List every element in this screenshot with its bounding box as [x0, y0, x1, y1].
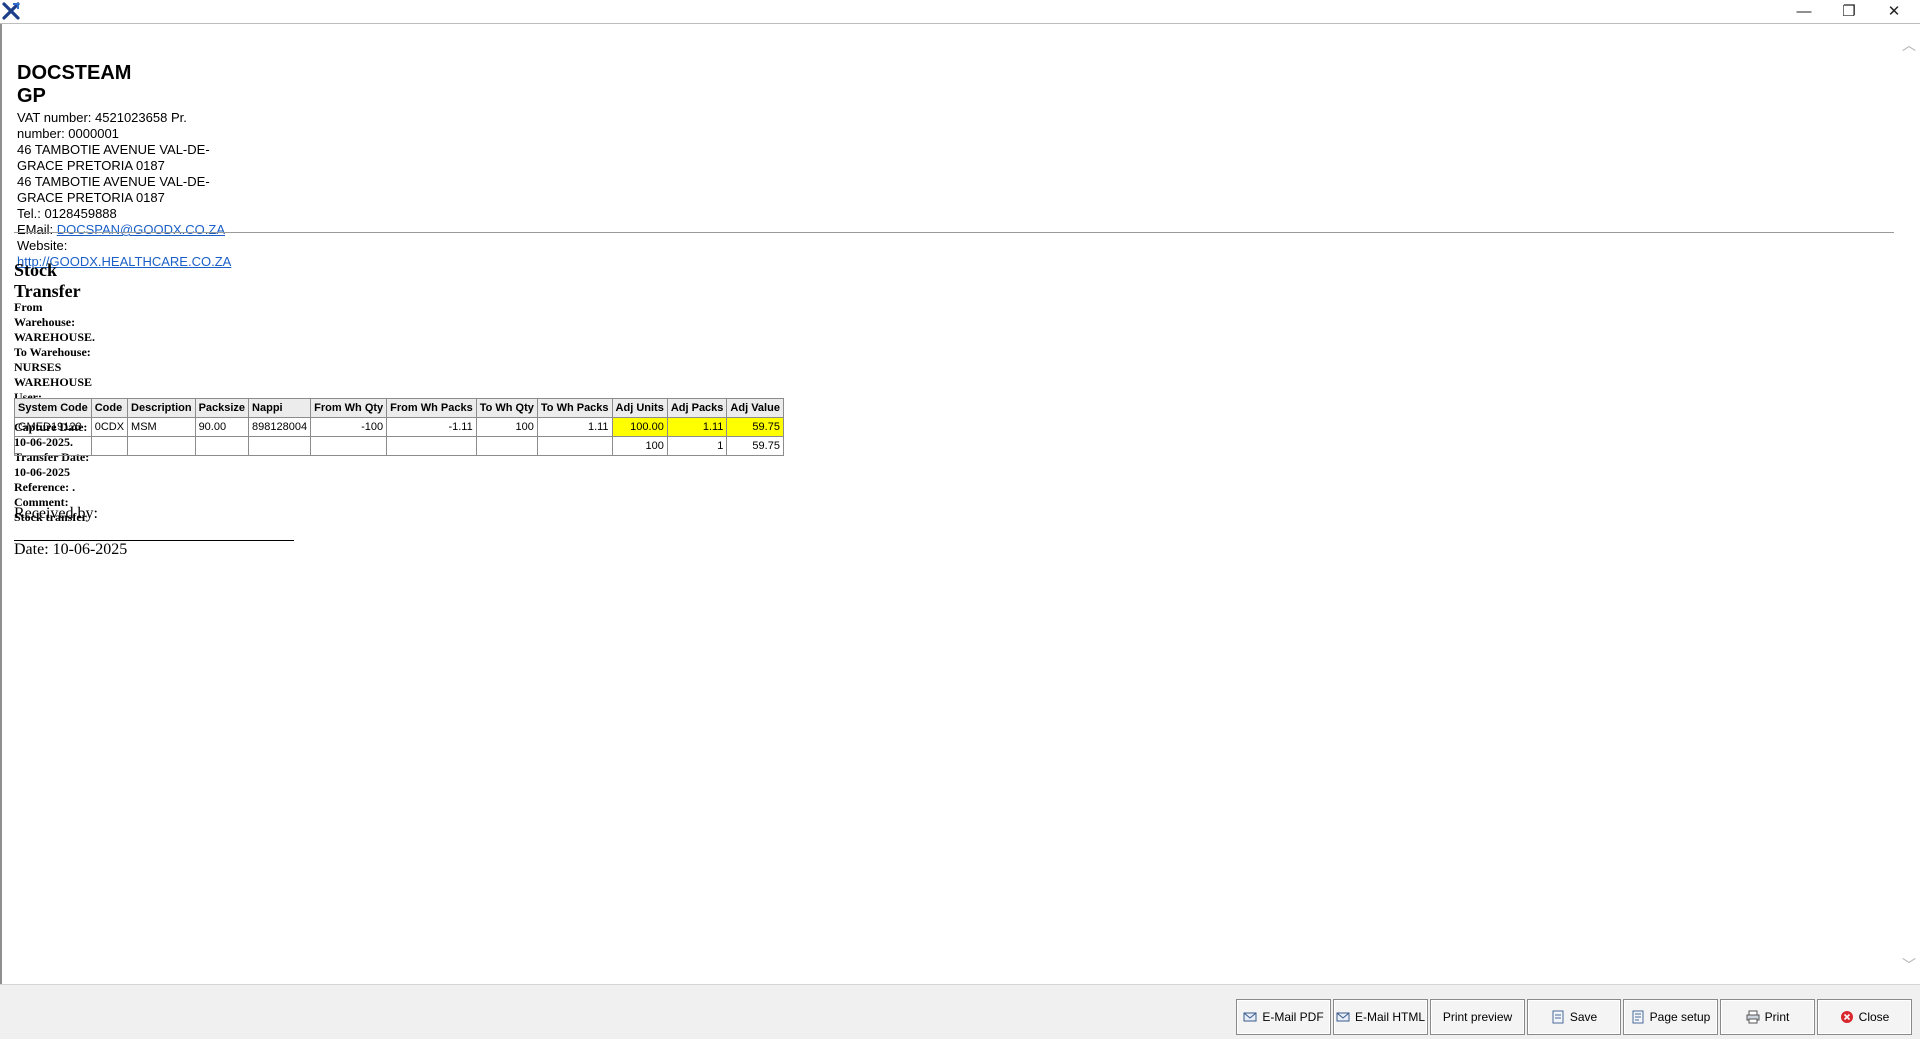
table-row: GMED19123 0CDX MSM 90.00 898128004 -100 … [14, 417, 784, 437]
table-cell [194, 436, 250, 456]
report-title: Stock Transfer [14, 260, 81, 301]
close-icon: ✕ [1887, 3, 1901, 20]
report-viewer[interactable]: ︿ ﹀ DOCSTEAM GP VAT number: 4521023658 P… [0, 24, 1920, 984]
window-close-button[interactable]: ✕ [1872, 0, 1916, 22]
company-name: DOCSTEAM GP [17, 62, 132, 107]
print-button[interactable]: Print [1720, 999, 1815, 1035]
total-adj-value: 59.75 [726, 436, 784, 456]
restore-button[interactable]: ❐ [1827, 0, 1871, 22]
email-line: EMail: DOCSPAN@GOODX.CO.ZA [17, 222, 231, 238]
column-header: To Wh Packs [536, 398, 613, 418]
table-cell: GMED19123 [14, 417, 92, 437]
table-cell [14, 436, 92, 456]
table-cell [248, 436, 312, 456]
table-cell: 898128004 [248, 417, 312, 437]
column-header: Description [127, 398, 196, 418]
table-cell: -1.11 [386, 417, 477, 437]
table-cell-highlighted: 1.11 [666, 417, 728, 437]
table-cell: 1.11 [536, 417, 613, 437]
divider [14, 232, 1894, 233]
email-label: EMail: [17, 222, 57, 237]
table-cell [90, 436, 129, 456]
save-label: Save [1569, 1010, 1598, 1024]
column-header: Code [90, 398, 129, 418]
address-line-2: 46 TAMBOTIE AVENUE VAL-DE-GRACE PRETORIA… [17, 174, 210, 205]
table-cell [127, 436, 196, 456]
email-icon [1336, 1012, 1350, 1022]
table-cell: 90.00 [194, 417, 250, 437]
close-button[interactable]: Close [1817, 999, 1912, 1035]
print-preview-label: Print preview [1442, 1010, 1513, 1024]
email-html-label: E-Mail HTML [1354, 1010, 1425, 1024]
close-label: Close [1858, 1010, 1890, 1024]
table-cell: MSM [127, 417, 196, 437]
table-cell [386, 436, 477, 456]
page-setup-icon [1632, 1010, 1644, 1024]
totals-row: 100 1 59.75 [14, 436, 784, 456]
email-link[interactable]: DOCSPAN@GOODX.CO.ZA [57, 222, 225, 237]
app-logo-icon [2, 2, 20, 20]
website-label: Website: [17, 238, 68, 253]
column-header: Adj Units [611, 398, 668, 418]
page-setup-button[interactable]: Page setup [1623, 999, 1718, 1035]
column-header: From Wh Packs [386, 398, 477, 418]
warehouse-line: From Warehouse: WAREHOUSE. To Warehouse:… [14, 300, 96, 389]
email-pdf-label: E-Mail PDF [1262, 1010, 1324, 1024]
company-details: VAT number: 4521023658 Pr. number: 00000… [17, 110, 231, 270]
table-cell: 0CDX [90, 417, 129, 437]
email-icon [1243, 1012, 1257, 1022]
table-cell [536, 436, 613, 456]
vat-line: VAT number: 4521023658 Pr. number: 00000… [17, 110, 187, 141]
table-cell: -100 [310, 417, 388, 437]
table-cell [475, 436, 538, 456]
total-adj-units: 100 [611, 436, 668, 456]
received-by-label: Received by: [14, 505, 98, 522]
email-pdf-button[interactable]: E-Mail PDF [1236, 999, 1331, 1035]
save-icon [1552, 1010, 1564, 1024]
total-adj-packs: 1 [666, 436, 728, 456]
column-header: Adj Packs [666, 398, 728, 418]
minimize-icon: — [1796, 2, 1812, 20]
restore-icon: ❐ [1842, 3, 1856, 20]
save-button[interactable]: Save [1527, 999, 1621, 1035]
print-label: Print [1764, 1010, 1790, 1024]
column-header: Nappi [248, 398, 312, 418]
footer-toolbar: E-Mail PDF E-Mail HTML Print preview Sav… [0, 984, 1920, 1039]
close-circle-icon [1840, 1011, 1853, 1023]
scroll-up-icon[interactable]: ︿ [1902, 38, 1916, 52]
print-preview-button[interactable]: Print preview [1430, 999, 1525, 1035]
title-bar: — ❐ ✕ [0, 0, 1920, 24]
transfer-table: System Code Code Description Packsize Na… [14, 398, 784, 456]
signature-date: Date: 10-06-2025 [14, 541, 128, 558]
tel-line: Tel.: 0128459888 [17, 206, 117, 221]
signature-line: Received by: Date: 10-06-2025 [14, 505, 298, 559]
table-cell-highlighted: 100.00 [611, 417, 668, 437]
address-line-1: 46 TAMBOTIE AVENUE VAL-DE-GRACE PRETORIA… [17, 142, 210, 173]
column-header: Adj Value [726, 398, 784, 418]
signature-underline [14, 526, 294, 541]
table-cell [310, 436, 388, 456]
page-setup-label: Page setup [1649, 1010, 1711, 1024]
printer-icon [1746, 1010, 1760, 1024]
table-cell: 100 [475, 417, 538, 437]
table-cell-highlighted: 59.75 [726, 417, 784, 437]
column-header: System Code [14, 398, 92, 418]
column-header: To Wh Qty [475, 398, 538, 418]
minimize-button[interactable]: — [1782, 0, 1826, 22]
column-header: Packsize [194, 398, 250, 418]
scroll-down-icon[interactable]: ﹀ [1902, 958, 1916, 972]
column-header: From Wh Qty [310, 398, 388, 418]
table-header-row: System Code Code Description Packsize Na… [14, 398, 784, 418]
email-html-button[interactable]: E-Mail HTML [1333, 999, 1428, 1035]
